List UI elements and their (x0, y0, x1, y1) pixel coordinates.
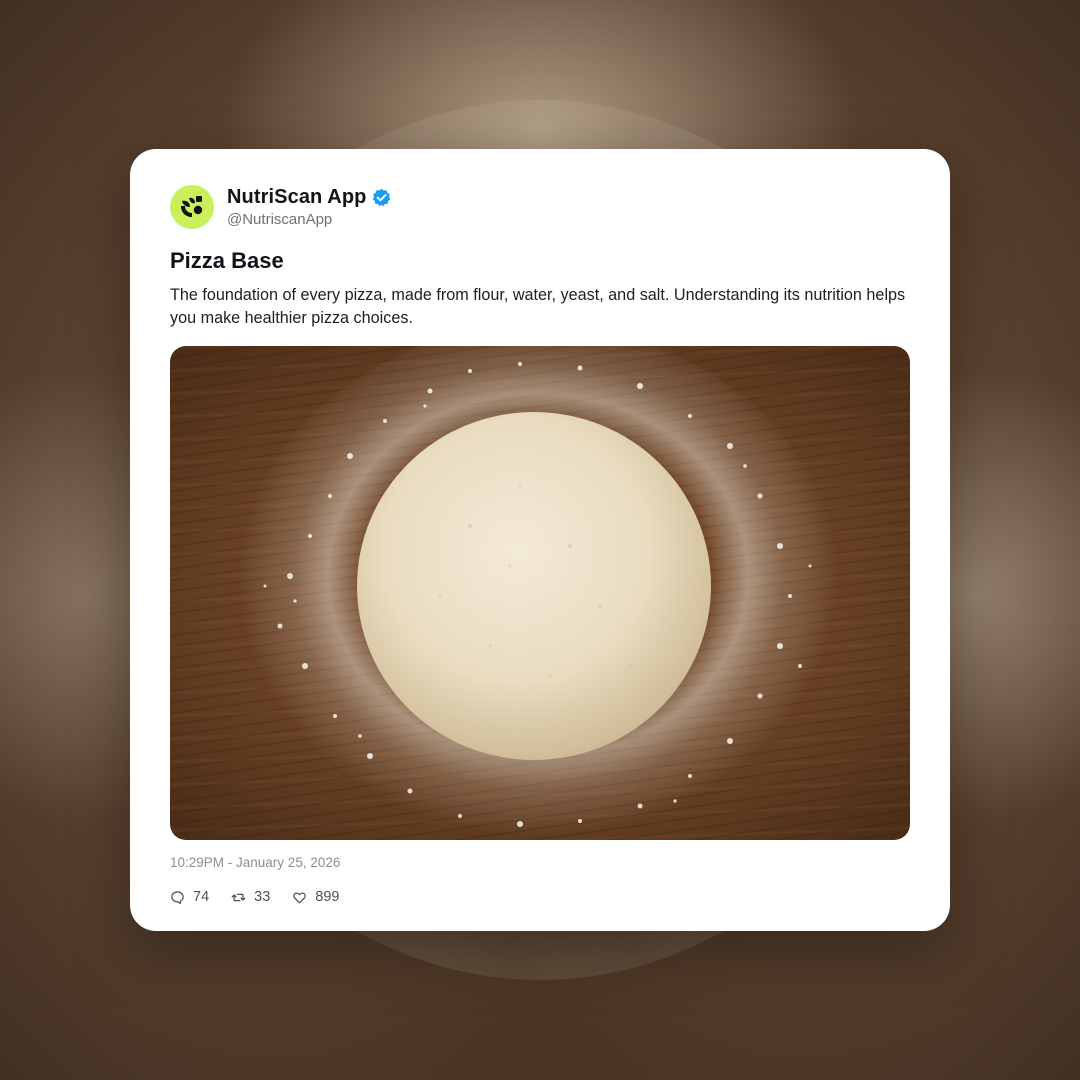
reply-button[interactable]: 74 (170, 889, 209, 905)
author-identity: NutriScan App @NutriscanApp (227, 186, 391, 228)
dough-ball-photo[interactable] (170, 346, 910, 840)
post-body: The foundation of every pizza, made from… (170, 286, 906, 327)
retweet-count: 33 (254, 889, 271, 905)
leaf-scan-logo-icon (181, 196, 203, 217)
retweet-button[interactable]: 33 (231, 889, 270, 905)
heart-icon (293, 892, 307, 903)
verified-badge-icon (372, 188, 391, 207)
author-handle[interactable]: @NutriscanApp (227, 211, 391, 228)
post-title: Pizza Base (170, 248, 284, 273)
reply-icon (171, 890, 184, 904)
dough-illustration (238, 346, 838, 840)
post-header: NutriScan App @NutriscanApp (170, 185, 910, 229)
like-count: 899 (315, 889, 340, 905)
post-stats: 74 33 899 (170, 888, 910, 906)
retweet-icon (231, 893, 246, 901)
post-card: NutriScan App @NutriscanApp Pizza Base T… (130, 149, 950, 931)
reply-count: 74 (193, 889, 210, 905)
author-name[interactable]: NutriScan App (227, 186, 366, 209)
post-timestamp[interactable]: 10:29PM - January 25, 2026 (170, 855, 910, 870)
like-button[interactable]: 899 (292, 889, 339, 905)
avatar[interactable] (170, 185, 214, 229)
